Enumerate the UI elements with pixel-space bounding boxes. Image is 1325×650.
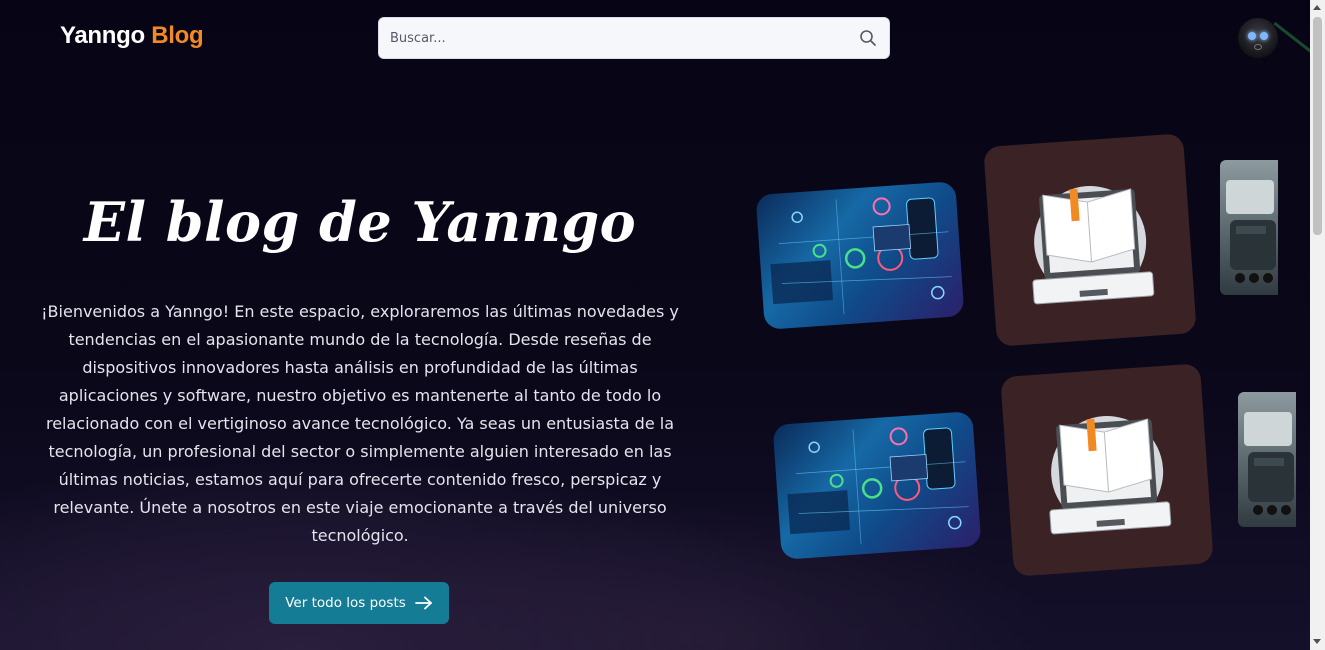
hero-description: ¡Bienvenidos a Yanngo! En este espacio, … <box>41 302 679 545</box>
avatar-mouth <box>1254 44 1262 50</box>
hero-title: El blog de Yanngo <box>83 190 637 254</box>
technology-network-image <box>787 427 969 545</box>
site-logo[interactable]: Yanngo Blog <box>60 22 204 50</box>
view-all-posts-label: Ver todo los posts <box>285 595 406 611</box>
page-scrollbar[interactable] <box>1310 0 1325 650</box>
scroll-up-arrow-icon[interactable] <box>1313 5 1321 10</box>
user-avatar[interactable] <box>1238 18 1278 58</box>
robot-image <box>1244 412 1294 515</box>
scroll-down-arrow-icon[interactable] <box>1313 639 1321 644</box>
gallery-image-technology[interactable] <box>755 181 965 330</box>
avatar-eye-left <box>1248 32 1256 40</box>
gallery-image-robot[interactable] <box>1220 160 1278 295</box>
search-box <box>378 17 890 59</box>
laptop-book-image <box>1049 415 1172 535</box>
logo-text-accent: Blog <box>151 22 204 49</box>
scrollbar-thumb[interactable] <box>1313 17 1322 235</box>
logo-text-main: Yanngo <box>60 22 145 49</box>
laptop-book-image <box>1032 185 1155 305</box>
gallery-image-robot[interactable] <box>1238 392 1296 527</box>
search-input[interactable] <box>379 18 849 58</box>
gallery-image-laptop-book[interactable] <box>983 133 1197 347</box>
search-icon[interactable] <box>859 29 877 47</box>
arrow-right-icon <box>414 596 432 610</box>
gallery-image-technology[interactable] <box>772 411 982 560</box>
avatar-eye-right <box>1260 32 1268 40</box>
view-all-posts-button[interactable]: Ver todo los posts <box>269 582 449 624</box>
robot-image <box>1226 180 1276 283</box>
site-header: Yanngo Blog <box>0 0 1310 78</box>
gallery-image-laptop-book[interactable] <box>1000 363 1214 577</box>
technology-network-image <box>770 197 952 315</box>
